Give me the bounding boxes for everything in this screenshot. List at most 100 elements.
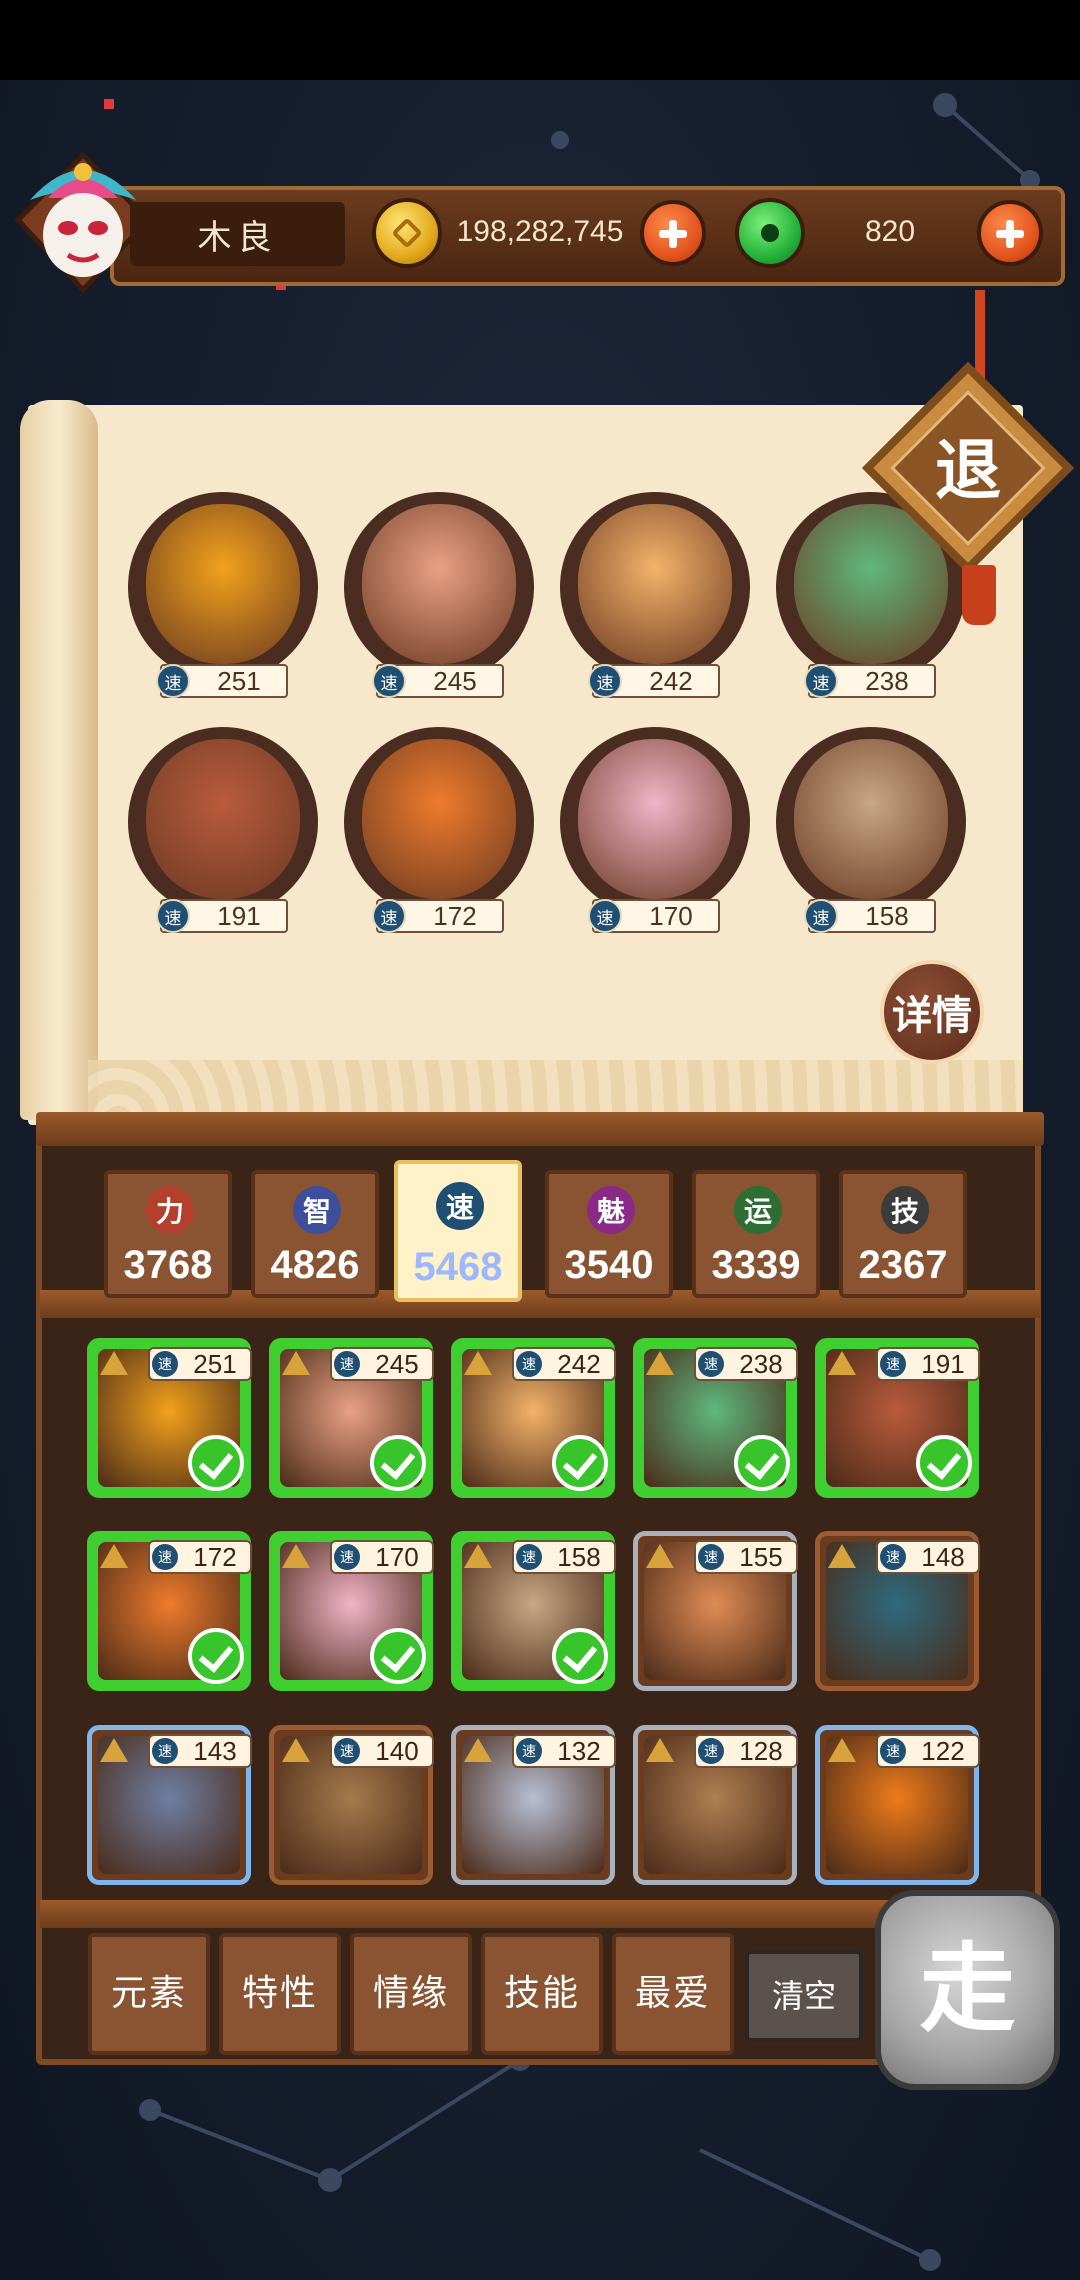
hero-card[interactable]: 速 251: [87, 1338, 252, 1498]
lineup-hero[interactable]: [344, 492, 534, 682]
stat-tab[interactable]: 运 3339: [692, 1170, 820, 1298]
hero-card[interactable]: 速 143: [87, 1725, 252, 1885]
hero-portrait: [146, 504, 300, 664]
lineup-hero[interactable]: [128, 727, 318, 917]
lineup-hero[interactable]: [344, 727, 534, 917]
stat-tab[interactable]: 力 3768: [104, 1170, 232, 1298]
hero-card[interactable]: 速 238: [633, 1338, 798, 1498]
selected-check-icon: [552, 1435, 608, 1491]
speed-icon: 速: [334, 1738, 360, 1764]
speed-icon: 速: [334, 1351, 360, 1377]
element-triangle-icon: [464, 1351, 492, 1375]
speed-tag: 速 245: [372, 664, 504, 698]
hero-speed-tag: 速 122: [876, 1734, 980, 1768]
element-triangle-icon: [828, 1738, 856, 1762]
jade-currency-icon: [735, 198, 805, 268]
selected-check-icon: [188, 1435, 244, 1491]
gold-amount: 198,282,745: [456, 215, 624, 248]
hero-card[interactable]: 速 242: [451, 1338, 616, 1498]
element-triangle-icon: [646, 1351, 674, 1375]
hero-card[interactable]: 速 148: [815, 1531, 980, 1691]
stat-value: 5468: [413, 1245, 503, 1289]
speed-tag: 速 238: [804, 664, 936, 698]
hero-card[interactable]: 速 122: [815, 1725, 980, 1885]
speed-tag: 速 170: [588, 899, 720, 933]
element-triangle-icon: [100, 1738, 128, 1762]
speed-icon: 速: [156, 899, 190, 933]
speed-icon: 速: [516, 1351, 542, 1377]
hero-card[interactable]: 速 128: [633, 1725, 798, 1885]
selected-check-icon: [552, 1628, 608, 1684]
speed-icon: 速: [588, 899, 622, 933]
stat-tab[interactable]: 速 5468: [394, 1160, 522, 1302]
stat-tab[interactable]: 魅 3540: [545, 1170, 673, 1298]
filter-button[interactable]: 情缘: [350, 1933, 472, 2055]
stat-icon: 魅: [587, 1186, 635, 1234]
stat-value: 3768: [123, 1243, 213, 1287]
stat-value: 4826: [270, 1243, 360, 1287]
hero-portrait: [362, 739, 516, 899]
speed-value: 172: [433, 901, 477, 931]
detail-button[interactable]: 详情: [880, 960, 984, 1064]
speed-icon: 速: [698, 1738, 724, 1764]
hero-speed-value: 170: [375, 1542, 419, 1572]
stat-tab[interactable]: 技 2367: [839, 1170, 967, 1298]
filter-button[interactable]: 元素: [88, 1933, 210, 2055]
hero-speed-tag: 速 170: [330, 1540, 434, 1574]
hero-card[interactable]: 速 158: [451, 1531, 616, 1691]
clear-button[interactable]: 清空: [745, 1950, 863, 2042]
lineup-hero[interactable]: [560, 492, 750, 682]
hero-card[interactable]: 速 245: [269, 1338, 434, 1498]
player-name: 木良: [130, 202, 345, 266]
stat-value: 2367: [858, 1243, 948, 1287]
element-triangle-icon: [282, 1351, 310, 1375]
hero-speed-value: 155: [739, 1542, 783, 1572]
hero-card[interactable]: 速 140: [269, 1725, 434, 1885]
jade-amount: 820: [864, 215, 916, 248]
speed-icon: 速: [372, 664, 406, 698]
speed-icon: 速: [880, 1738, 906, 1764]
stat-value: 3540: [564, 1243, 654, 1287]
gold-coin-icon: [372, 198, 442, 268]
stat-icon: 运: [734, 1186, 782, 1234]
lineup-hero[interactable]: [776, 727, 966, 917]
speed-icon: 速: [516, 1544, 542, 1570]
element-triangle-icon: [282, 1544, 310, 1568]
go-button[interactable]: 走: [875, 1890, 1060, 2090]
add-jade-button[interactable]: [977, 200, 1043, 266]
element-triangle-icon: [464, 1544, 492, 1568]
speed-icon: 速: [880, 1544, 906, 1570]
speed-value: 238: [865, 666, 909, 696]
hero-portrait: [362, 504, 516, 664]
filter-button[interactable]: 最爱: [612, 1933, 734, 2055]
speed-icon: 速: [804, 664, 838, 698]
hero-speed-value: 242: [557, 1349, 601, 1379]
hero-card[interactable]: 速 132: [451, 1725, 616, 1885]
filter-button[interactable]: 特性: [219, 1933, 341, 2055]
hero-speed-value: 172: [193, 1542, 237, 1572]
stat-icon: 力: [146, 1186, 194, 1234]
hero-card[interactable]: 速 170: [269, 1531, 434, 1691]
shelf-top-beam: [36, 1112, 1044, 1146]
lineup-hero[interactable]: [560, 727, 750, 917]
add-gold-button[interactable]: [640, 200, 706, 266]
stat-tab[interactable]: 智 4826: [251, 1170, 379, 1298]
hero-card[interactable]: 速 155: [633, 1531, 798, 1691]
hero-card[interactable]: 速 191: [815, 1338, 980, 1498]
filter-button[interactable]: 技能: [481, 1933, 603, 2055]
hero-speed-tag: 速 172: [148, 1540, 252, 1574]
speed-value: 245: [433, 666, 477, 696]
hero-card[interactable]: 速 172: [87, 1531, 252, 1691]
speed-icon: 速: [152, 1544, 178, 1570]
speed-icon: 速: [698, 1351, 724, 1377]
exit-label[interactable]: 退: [918, 430, 1018, 510]
speed-tag: 速 242: [588, 664, 720, 698]
stat-value: 3339: [711, 1243, 801, 1287]
hero-speed-tag: 速 191: [876, 1347, 980, 1381]
hero-speed-tag: 速 155: [694, 1540, 798, 1574]
hero-speed-tag: 速 242: [512, 1347, 616, 1381]
selected-check-icon: [916, 1435, 972, 1491]
hero-portrait: [794, 739, 948, 899]
lineup-hero[interactable]: [128, 492, 318, 682]
hero-speed-tag: 速 148: [876, 1540, 980, 1574]
